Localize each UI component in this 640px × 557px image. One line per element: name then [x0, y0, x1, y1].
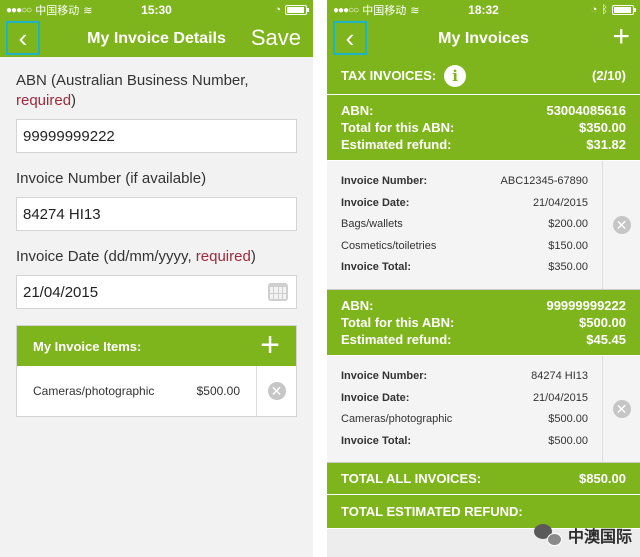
- status-bar: ●●●○○ 中国移动 ≋ 15:30 ◔: [0, 0, 313, 20]
- invoice-number-label: Invoice Number (if available): [16, 170, 207, 187]
- table-row: Invoice Total: $500.00: [341, 434, 588, 447]
- abn-input[interactable]: 99999999222: [16, 119, 297, 153]
- invoice-date-value: 21/04/2015: [23, 283, 99, 301]
- abn-total: $350.00: [579, 120, 626, 135]
- status-bar: ●●●○○ 中国移动 ≋ 18:32 ◔ ᛒ: [327, 0, 640, 20]
- total-all-invoices: TOTAL ALL INVOICES: $850.00: [327, 463, 640, 496]
- abn-refund: $45.45: [586, 331, 626, 347]
- total-all-value: $850.00: [579, 471, 626, 487]
- wechat-icon: [533, 524, 562, 546]
- table-row: Invoice Date: 21/04/2015: [341, 196, 588, 209]
- battery-icon: [285, 5, 309, 15]
- page-title: My Invoices: [438, 29, 529, 47]
- table-row: Cosmetics/toiletries $150.00: [341, 239, 588, 252]
- table-row: Invoice Number: ABC12345-67890: [341, 175, 588, 187]
- abn-value: 99999999222: [546, 297, 626, 313]
- table-row: Bags/wallets $200.00: [341, 218, 588, 231]
- tax-invoices-header: TAX INVOICES: i (2/10): [327, 57, 640, 95]
- back-button[interactable]: ‹: [6, 21, 40, 55]
- nav-bar: ‹ My Invoices +: [327, 20, 640, 57]
- lock-rotation-icon: ◔: [590, 4, 598, 16]
- table-row: Invoice Date: 21/04/2015: [341, 391, 588, 404]
- info-icon[interactable]: i: [444, 64, 467, 87]
- abn-summary: ABN: 53004085616 Total for this ABN: $350.…: [327, 95, 640, 161]
- signal-icon: ●●●○○: [6, 4, 32, 16]
- abn-summary: ABN: 99999999222 Total for this ABN: $500.…: [327, 289, 640, 356]
- table-row: Invoice Number: 84274 HI13: [341, 369, 588, 382]
- list-item[interactable]: Cameras/photographic $500.00 ✕: [17, 366, 296, 416]
- invoice-items-title: My Invoice Items:: [33, 338, 142, 354]
- invoice-form: ABN (Australian Business Number, require…: [0, 57, 313, 417]
- save-button[interactable]: Save: [251, 25, 301, 51]
- invoice-card[interactable]: Invoice Number: ABC12345-67890 Invoice Da…: [327, 161, 640, 290]
- back-button[interactable]: ‹: [333, 21, 367, 55]
- close-circle-icon[interactable]: ✕: [612, 215, 631, 234]
- watermark: 中澳国际: [533, 523, 632, 547]
- abn-refund: $31.82: [586, 137, 626, 152]
- required-marker: required: [16, 92, 72, 109]
- carrier-name: 中国移动: [35, 5, 80, 17]
- nav-bar: ‹ My Invoice Details Save: [0, 20, 313, 57]
- abn-label: ABN (Australian Business Number, require…: [16, 72, 249, 109]
- my-invoices-screen: ●●●○○ 中国移动 ≋ 18:32 ◔ ᛒ ‹ My Invoices + T…: [327, 0, 640, 557]
- wifi-icon: ≋: [410, 4, 420, 17]
- close-circle-icon[interactable]: ✕: [612, 400, 631, 419]
- add-invoice-button[interactable]: +: [612, 22, 630, 52]
- wifi-icon: ≋: [83, 4, 93, 17]
- invoice-card[interactable]: Invoice Number: 84274 HI13 Invoice Date: 2…: [327, 355, 640, 464]
- invoice-count: (2/10): [592, 68, 626, 83]
- calendar-icon[interactable]: [268, 283, 288, 301]
- invoice-date-input[interactable]: 21/04/2015: [16, 275, 297, 309]
- close-circle-icon[interactable]: ✕: [267, 382, 286, 400]
- invoice-details-screen: ●●●○○ 中国移动 ≋ 15:30 ◔ ‹ My Invoice Detail…: [0, 0, 313, 557]
- abn-total: $500.00: [579, 314, 626, 330]
- invoice-date-label: Invoice Date (dd/mm/yyyy, required): [16, 248, 256, 265]
- required-marker: required: [195, 248, 251, 265]
- item-name: Cameras/photographic: [33, 384, 155, 398]
- add-item-button[interactable]: +: [260, 328, 280, 362]
- invoice-items-panel: My Invoice Items: + Cameras/photographic…: [16, 325, 297, 417]
- tax-invoices-label: TAX INVOICES:: [341, 68, 437, 83]
- invoice-number-input[interactable]: 84274 HI13: [16, 197, 297, 231]
- table-row: Cameras/photographic $500.00: [341, 413, 588, 426]
- signal-icon: ●●●○○: [333, 4, 359, 16]
- battery-icon: [612, 5, 636, 15]
- invoice-items-header: My Invoice Items: +: [17, 326, 296, 366]
- bluetooth-icon: ᛒ: [601, 4, 608, 16]
- item-amount: $500.00: [196, 384, 240, 398]
- lock-rotation-icon: ◔: [274, 4, 281, 16]
- abn-value: 53004085616: [546, 103, 626, 118]
- table-row: Invoice Total: $350.00: [341, 261, 588, 274]
- carrier-name: 中国移动: [362, 5, 407, 17]
